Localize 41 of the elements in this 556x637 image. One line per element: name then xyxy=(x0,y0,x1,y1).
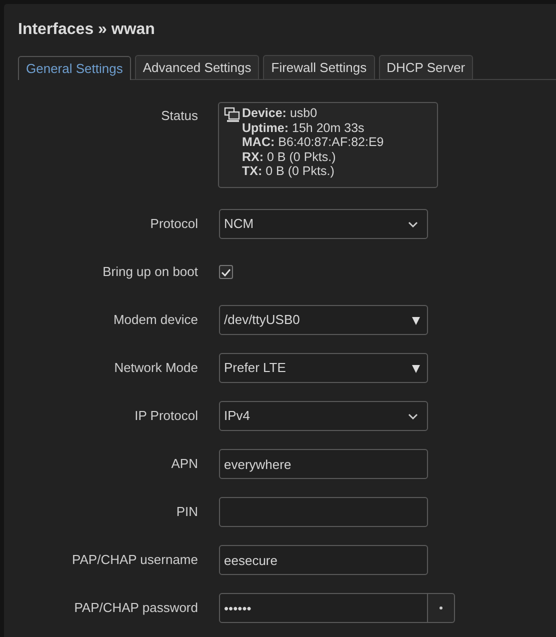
field-label: Bring up on boot xyxy=(102,263,198,282)
status-line: Uptime: 15h 20m 33s xyxy=(242,120,366,135)
field-label: PAP/CHAP password xyxy=(73,599,198,618)
tab[interactable]: DHCP Server xyxy=(378,55,474,79)
checkbox[interactable] xyxy=(219,265,233,279)
field-label: Modem device xyxy=(112,311,198,330)
tab[interactable]: Advanced Settings xyxy=(134,55,260,79)
text-field[interactable] xyxy=(219,497,428,527)
field-label: PIN xyxy=(175,503,198,522)
status-line: Device: usb0 xyxy=(242,106,318,120)
page-title: Interfaces » wwan xyxy=(18,20,156,40)
chevron-down-icon xyxy=(408,220,418,228)
password-field[interactable]: •••••• xyxy=(219,593,428,623)
status-line: MAC: B6:40:87:AF:82:E9 xyxy=(242,135,384,150)
field-label: IP Protocol xyxy=(134,407,198,426)
dot-icon xyxy=(439,606,443,610)
network-device-icon xyxy=(224,107,240,123)
field-label: PAP/CHAP username xyxy=(71,551,198,570)
field-label: Protocol xyxy=(149,215,198,234)
select-value: NCM xyxy=(224,215,254,234)
dropdown-field[interactable]: /dev/ttyUSB0 xyxy=(219,305,428,335)
chevron-down-icon xyxy=(408,412,418,420)
field-label: APN xyxy=(170,455,198,474)
field-label: Status xyxy=(160,107,198,125)
select-value: IPv4 xyxy=(224,407,250,426)
dropdown-value: /dev/ttyUSB0 xyxy=(224,311,300,330)
reveal-password-button[interactable] xyxy=(428,593,455,623)
dropdown-value: Prefer LTE xyxy=(224,359,286,378)
dropdown-field[interactable]: Prefer LTE xyxy=(219,353,428,383)
field-label: Network Mode xyxy=(113,359,198,378)
select-field[interactable]: IPv4 xyxy=(219,401,428,431)
checkmark-icon xyxy=(221,268,231,276)
triangle-down-icon xyxy=(412,316,420,324)
select-field[interactable]: NCM xyxy=(219,209,428,239)
status-line: RX: 0 B (0 Pkts.) xyxy=(242,150,337,164)
triangle-down-icon xyxy=(412,364,420,372)
tab[interactable]: General Settings xyxy=(18,56,131,80)
tab[interactable]: Firewall Settings xyxy=(263,55,375,79)
text-field[interactable]: everywhere xyxy=(219,449,428,479)
text-field[interactable]: eesecure xyxy=(219,545,428,575)
status-line: TX: 0 B (0 Pkts.) xyxy=(242,164,336,178)
